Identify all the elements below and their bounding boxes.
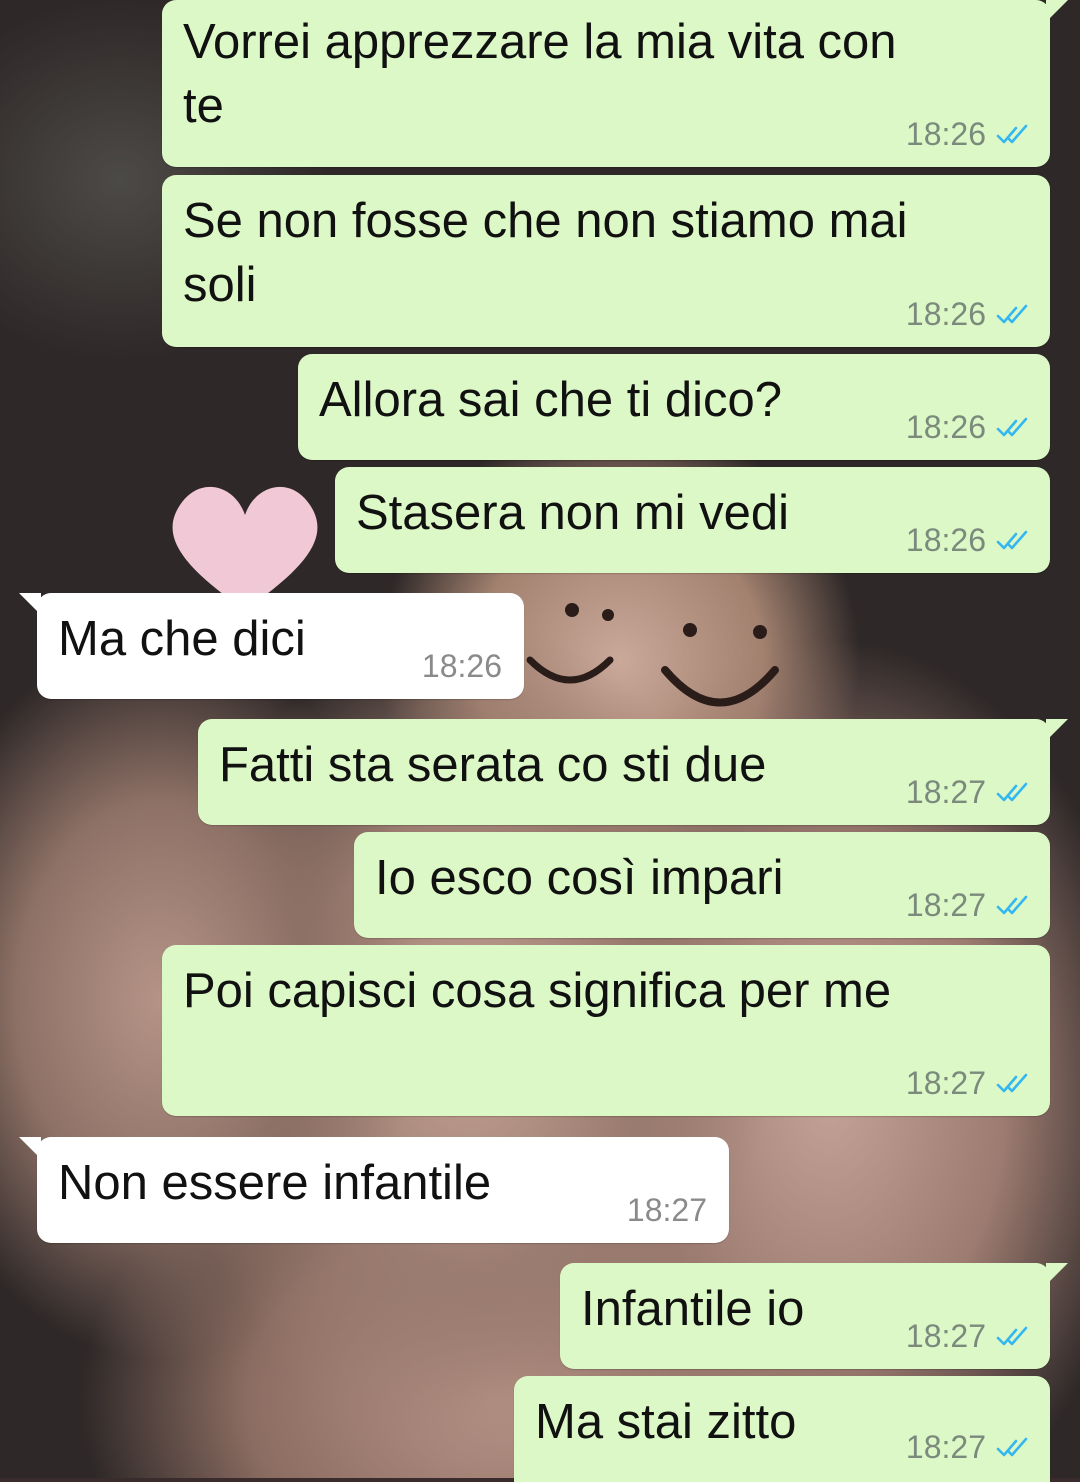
message-timestamp: 18:27 bbox=[905, 887, 986, 923]
read-receipt-icon bbox=[996, 304, 1028, 323]
message-text: Ma che dici bbox=[58, 612, 306, 666]
message-meta: 18:27 bbox=[906, 1318, 1028, 1355]
message-meta: 18:27 bbox=[906, 774, 1028, 811]
message-text: Infantile io bbox=[581, 1282, 805, 1336]
outgoing-message-bubble[interactable]: Infantile io 18:27 bbox=[560, 1263, 1068, 1369]
message-text: Allora sai che ti dico? bbox=[319, 373, 783, 427]
read-receipt-icon bbox=[996, 895, 1028, 914]
message-meta: 18:26 bbox=[906, 522, 1028, 559]
message-text: Non essere infantile bbox=[58, 1156, 492, 1210]
message-meta: 18:27 bbox=[906, 1065, 1028, 1102]
read-receipt-icon bbox=[996, 1326, 1028, 1345]
read-receipt-icon bbox=[996, 782, 1028, 801]
message-timestamp: 18:27 bbox=[905, 774, 986, 810]
message-timestamp: 18:26 bbox=[905, 116, 986, 152]
message-meta: 18:27 bbox=[627, 1192, 707, 1229]
message-timestamp: 18:27 bbox=[905, 1429, 986, 1465]
message-text: Poi capisci cosa significa per me bbox=[183, 964, 892, 1018]
outgoing-message-bubble[interactable]: Fatti sta serata co sti due 18:27 bbox=[198, 719, 1068, 825]
outgoing-message-bubble[interactable]: Vorrei apprezzare la mia vita con te 18:… bbox=[162, 0, 1068, 167]
message-text: Io esco così impari bbox=[375, 851, 784, 905]
message-meta: 18:26 bbox=[906, 296, 1028, 333]
read-receipt-icon bbox=[996, 417, 1028, 436]
message-timestamp: 18:27 bbox=[626, 1192, 707, 1228]
read-receipt-icon bbox=[996, 1437, 1028, 1456]
message-timestamp: 18:27 bbox=[905, 1065, 986, 1101]
message-timestamp: 18:26 bbox=[905, 522, 986, 558]
message-timestamp: 18:26 bbox=[905, 409, 986, 445]
outgoing-message-bubble[interactable]: Stasera non mi vedi 18:26 bbox=[335, 467, 1050, 573]
message-text: Ma stai zitto bbox=[535, 1395, 797, 1449]
incoming-message-bubble[interactable]: Ma che dici 18:26 bbox=[19, 593, 524, 699]
incoming-message-bubble[interactable]: Non essere infantile 18:27 bbox=[19, 1137, 729, 1243]
message-text: Fatti sta serata co sti due bbox=[219, 738, 767, 792]
message-text: Se non fosse che non stiamo mai soli bbox=[183, 194, 908, 312]
message-meta: 18:26 bbox=[422, 648, 502, 685]
outgoing-message-bubble[interactable]: Allora sai che ti dico? 18:26 bbox=[298, 354, 1050, 460]
outgoing-message-bubble[interactable]: Se non fosse che non stiamo mai soli 18:… bbox=[162, 175, 1050, 347]
message-meta: 18:27 bbox=[906, 1429, 1028, 1466]
message-meta: 18:26 bbox=[906, 116, 1028, 153]
message-timestamp: 18:26 bbox=[421, 648, 502, 684]
outgoing-message-bubble[interactable]: Ma stai zitto 18:27 bbox=[514, 1376, 1050, 1482]
message-meta: 18:26 bbox=[906, 409, 1028, 446]
message-timestamp: 18:26 bbox=[905, 296, 986, 332]
message-text: Stasera non mi vedi bbox=[356, 486, 790, 540]
message-meta: 18:27 bbox=[906, 887, 1028, 924]
outgoing-message-bubble[interactable]: Io esco così impari 18:27 bbox=[354, 832, 1050, 938]
message-text: Vorrei apprezzare la mia vita con te bbox=[183, 15, 897, 133]
smiley-face-icon bbox=[526, 603, 614, 684]
message-timestamp: 18:27 bbox=[905, 1318, 986, 1354]
read-receipt-icon bbox=[996, 124, 1028, 143]
read-receipt-icon bbox=[996, 1073, 1028, 1092]
outgoing-message-bubble[interactable]: Poi capisci cosa significa per me 18:27 bbox=[162, 945, 1050, 1116]
read-receipt-icon bbox=[996, 530, 1028, 549]
